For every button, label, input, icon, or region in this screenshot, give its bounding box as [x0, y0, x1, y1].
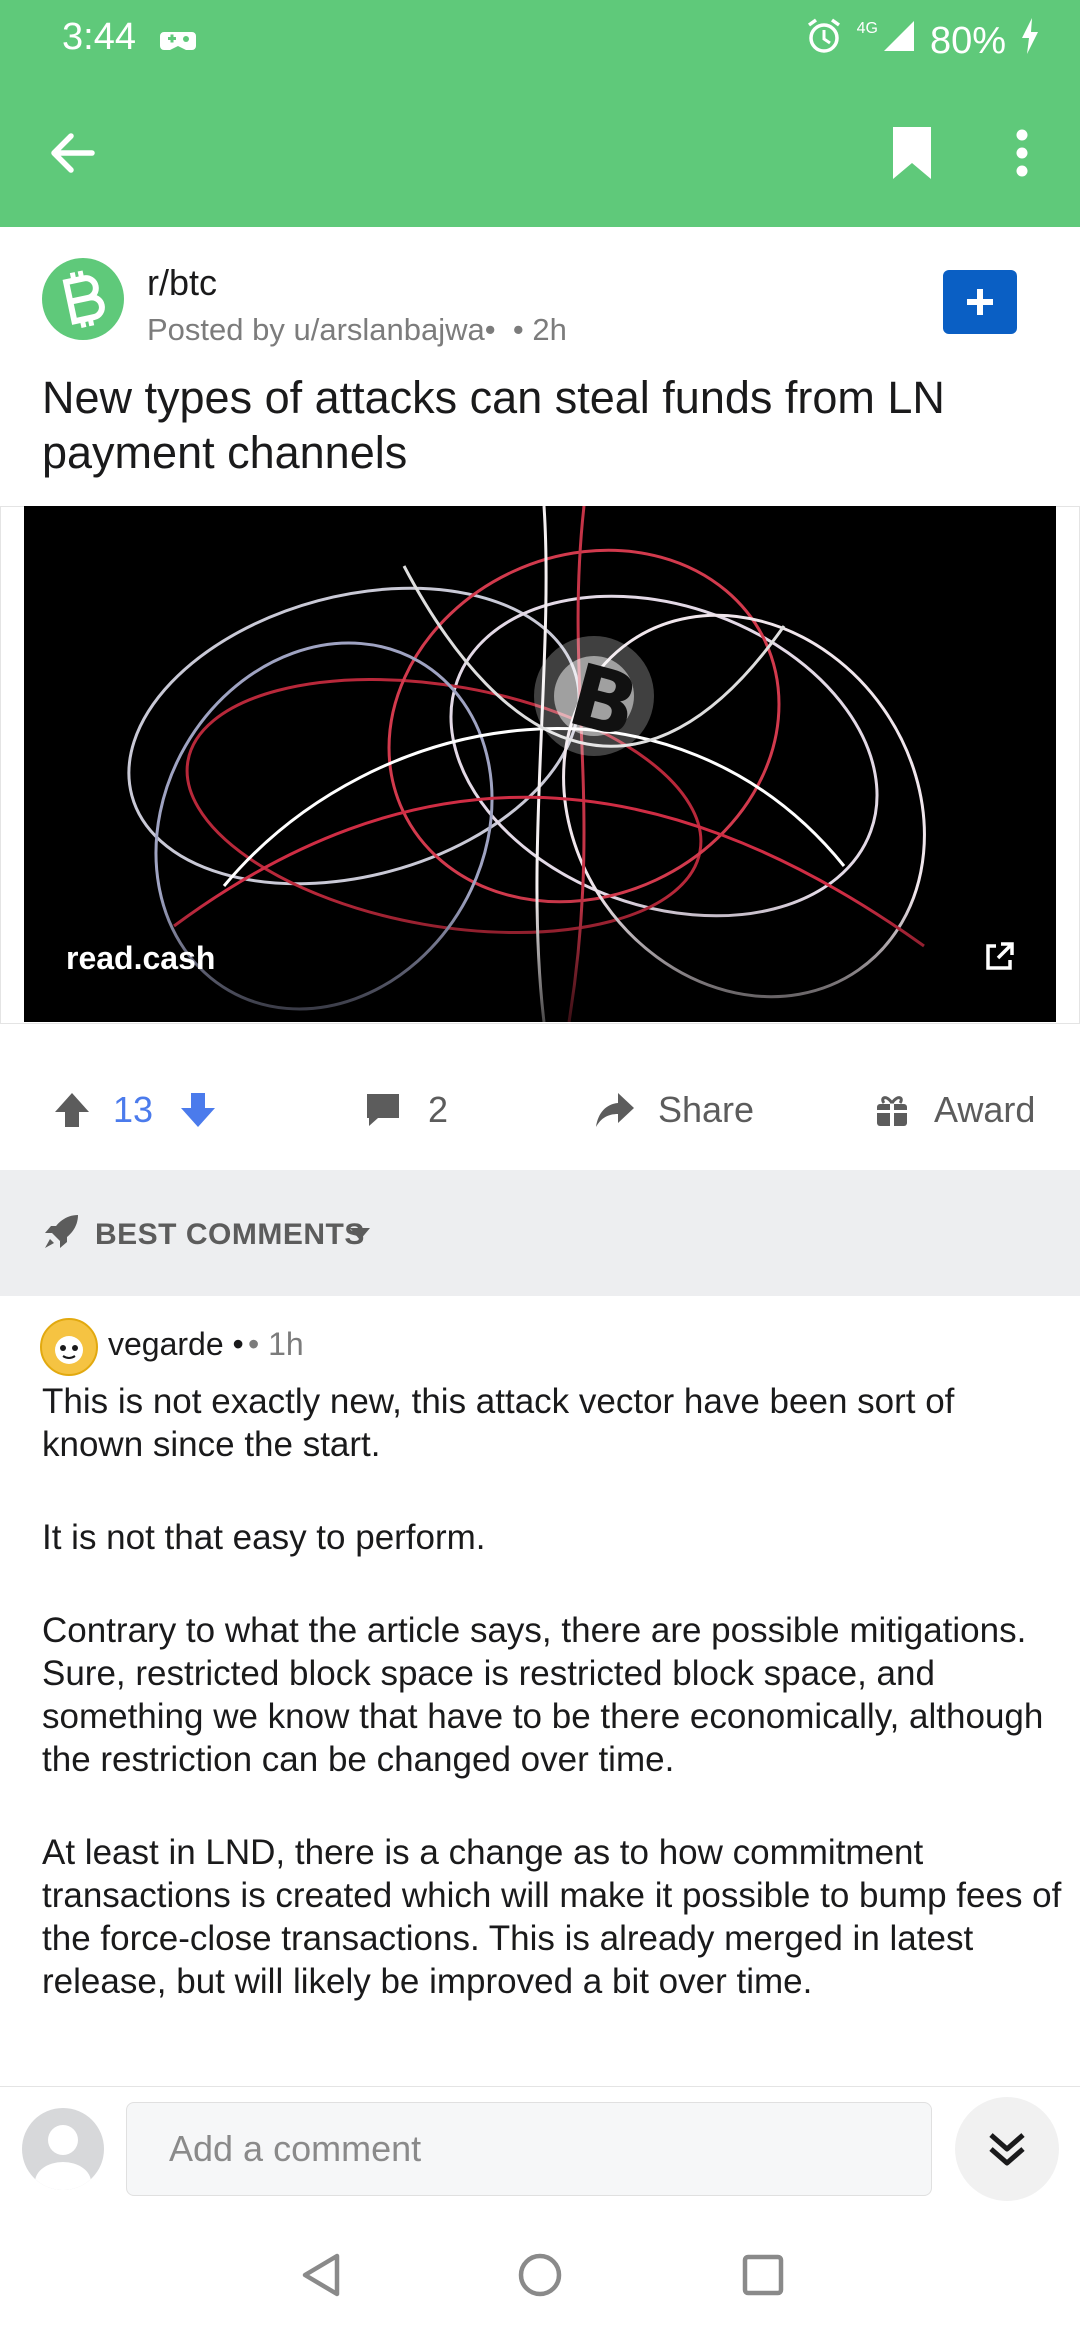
upvote-button[interactable]	[52, 1060, 92, 1160]
nav-back-icon[interactable]	[286, 2240, 356, 2310]
back-arrow-icon[interactable]	[42, 118, 102, 188]
comment-paragraph: This is not exactly new, this attack vec…	[42, 1382, 955, 1464]
comment-paragraph: At least in LND, there is a change as to…	[42, 1833, 1062, 2001]
share-arrow-icon	[596, 1093, 634, 1127]
subreddit-name[interactable]: r/btc	[147, 262, 217, 304]
link-domain[interactable]: read.cash	[66, 940, 215, 977]
alarm-icon	[805, 17, 843, 65]
downvote-arrow-icon	[181, 1093, 215, 1127]
comment-time: • 1h	[248, 1326, 304, 1362]
comment-body[interactable]: This is not exactly new, this attack vec…	[42, 1380, 1062, 2053]
status-time: 3:44	[62, 16, 136, 58]
post-byline: Posted by u/arslanbajwa• • 2h	[147, 312, 567, 348]
award-button[interactable]: Award	[874, 1060, 1035, 1160]
vote-count: 13	[113, 1089, 154, 1130]
add-comment-input[interactable]: Add a comment	[126, 2102, 932, 2196]
comments-sort-label[interactable]: BEST COMMENTS	[95, 1218, 365, 1252]
caret-down-icon[interactable]	[348, 1226, 372, 1247]
bookmark-icon[interactable]	[884, 118, 940, 188]
charging-icon	[1020, 18, 1040, 64]
comment-bubble-icon	[367, 1094, 399, 1126]
signal-icon	[882, 19, 916, 63]
post-time: • 2h	[512, 312, 567, 347]
post-author[interactable]: Posted by u/arslanbajwa•	[147, 312, 496, 347]
composer-divider	[0, 2086, 1080, 2087]
downvote-button[interactable]	[178, 1060, 218, 1160]
battery-percent: 80%	[929, 19, 1006, 62]
upvote-arrow-icon	[55, 1093, 89, 1127]
nav-home-icon[interactable]	[505, 2240, 575, 2310]
network-type: 4G	[856, 20, 878, 37]
comment-author[interactable]: vegarde •	[108, 1326, 244, 1363]
double-chevron-down-icon	[989, 2133, 1025, 2166]
commenter-avatar[interactable]	[40, 1318, 98, 1376]
post-title[interactable]: New types of attacks can steal funds fro…	[42, 370, 1042, 480]
subreddit-avatar[interactable]	[42, 258, 124, 340]
next-comment-button[interactable]	[955, 2097, 1059, 2201]
nav-recents-icon[interactable]	[728, 2240, 798, 2310]
plus-icon	[967, 289, 993, 315]
share-button[interactable]: Share	[594, 1060, 754, 1160]
user-avatar[interactable]	[22, 2108, 104, 2190]
rocket-icon	[42, 1213, 80, 1256]
post-action-bar: 13 2 Share Award	[0, 1060, 1080, 1160]
comment-paragraph: Contrary to what the article says, there…	[42, 1611, 1044, 1779]
game-controller-icon	[160, 26, 196, 61]
award-label: Award	[934, 1089, 1036, 1130]
external-link-icon[interactable]	[982, 940, 1016, 979]
more-vert-icon[interactable]	[1000, 118, 1044, 188]
join-button[interactable]	[943, 270, 1017, 334]
comments-count: 2	[428, 1089, 449, 1130]
status-icons: 4G 80%	[805, 16, 1040, 66]
comment-paragraph: It is not that easy to perform.	[42, 1518, 486, 1557]
bitcoin-cash-icon	[62, 270, 105, 328]
share-label: Share	[658, 1089, 755, 1130]
comments-button[interactable]: 2	[364, 1060, 448, 1160]
gift-icon	[877, 1096, 907, 1126]
